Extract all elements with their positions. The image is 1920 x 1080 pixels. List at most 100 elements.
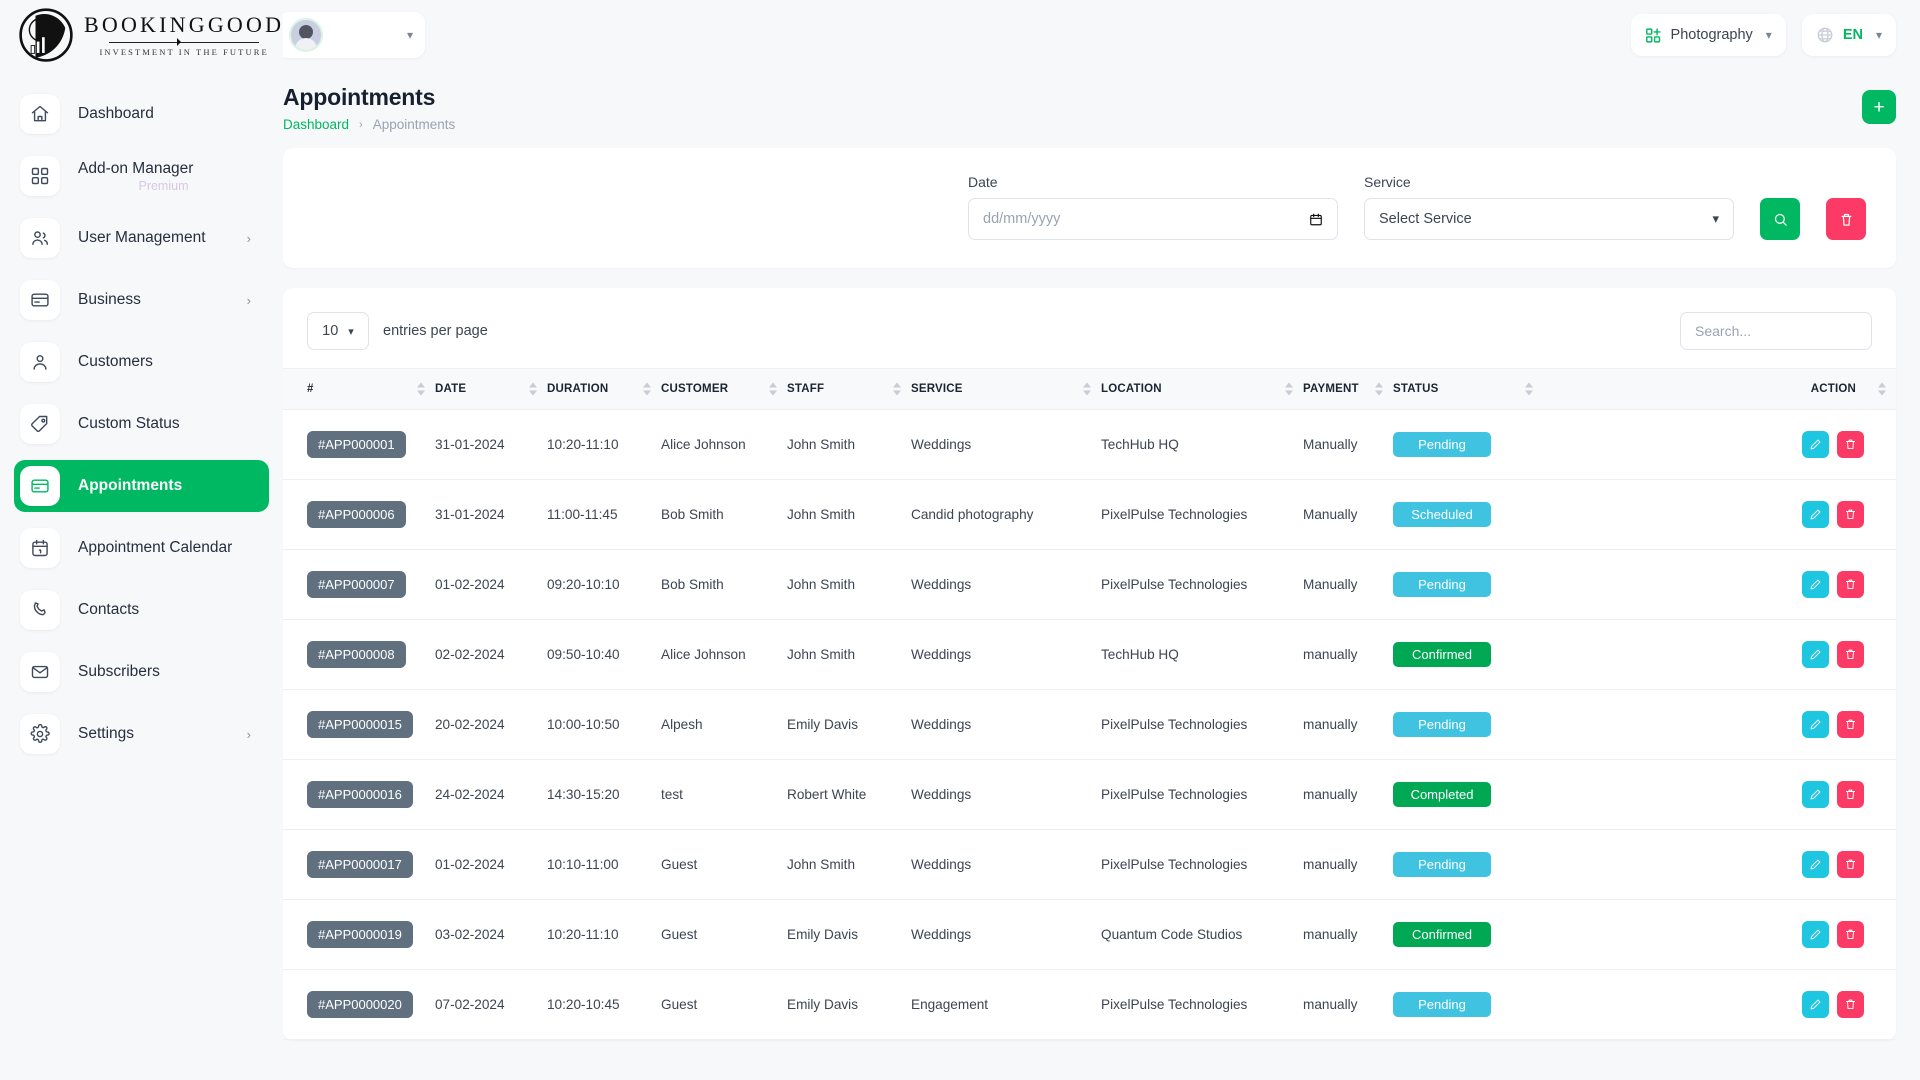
edit-icon bbox=[1809, 438, 1822, 451]
delete-row-button[interactable] bbox=[1837, 571, 1864, 598]
sort-toggle-icon[interactable] bbox=[893, 383, 901, 396]
sidebar-item-customers[interactable]: Customers bbox=[14, 336, 269, 388]
sidebar-item-label: Appointment Calendar bbox=[78, 538, 269, 557]
sidebar-item-dashboard[interactable]: Dashboard bbox=[14, 88, 269, 140]
edit-row-button[interactable] bbox=[1802, 501, 1829, 528]
column-header-staff[interactable]: STAFF bbox=[787, 369, 911, 410]
chevron-right-icon: › bbox=[359, 119, 363, 131]
sidebar-item-contacts[interactable]: Contacts bbox=[14, 584, 269, 636]
sidebar-item-appointment-calendar[interactable]: Appointment Calendar bbox=[14, 522, 269, 574]
cell-service: Engagement bbox=[911, 970, 1101, 1040]
column-header-duration[interactable]: DURATION bbox=[547, 369, 661, 410]
column-header-status[interactable]: STATUS bbox=[1393, 369, 1543, 410]
row-actions bbox=[1543, 851, 1888, 878]
sort-toggle-icon[interactable] bbox=[529, 383, 537, 396]
sidebar-item-add-on-manager[interactable]: Add-on ManagerPremium bbox=[14, 150, 269, 202]
add-appointment-button[interactable]: + bbox=[1862, 90, 1896, 124]
edit-row-button[interactable] bbox=[1802, 921, 1829, 948]
cell-status: Pending bbox=[1393, 830, 1543, 900]
brand-title: BOOKINGGOOD bbox=[84, 13, 284, 36]
cell-id: #APP0000016 bbox=[283, 760, 435, 830]
row-actions bbox=[1543, 431, 1888, 458]
delete-row-button[interactable] bbox=[1837, 991, 1864, 1018]
filter-clear-button[interactable] bbox=[1826, 198, 1866, 240]
appointment-id-badge[interactable]: #APP0000020 bbox=[307, 991, 413, 1018]
table-row: #APP000001624-02-202414:30-15:20testRobe… bbox=[283, 760, 1896, 830]
brand-logo[interactable]: BOOKINGGOOD INVESTMENT IN THE FUTURE bbox=[0, 0, 283, 70]
edit-row-button[interactable] bbox=[1802, 781, 1829, 808]
cell-duration: 10:00-10:50 bbox=[547, 690, 661, 760]
appointment-id-badge[interactable]: #APP0000015 bbox=[307, 711, 413, 738]
appointment-id-badge[interactable]: #APP000006 bbox=[307, 501, 406, 528]
sidebar-item-label: Add-on Manager bbox=[78, 159, 269, 178]
cell-payment: manually bbox=[1303, 620, 1393, 690]
column-header-date[interactable]: DATE bbox=[435, 369, 547, 410]
delete-row-button[interactable] bbox=[1837, 641, 1864, 668]
cell-payment: manually bbox=[1303, 690, 1393, 760]
edit-row-button[interactable] bbox=[1802, 991, 1829, 1018]
edit-row-button[interactable] bbox=[1802, 851, 1829, 878]
cell-date: 02-02-2024 bbox=[435, 620, 547, 690]
delete-row-button[interactable] bbox=[1837, 921, 1864, 948]
profile-dropdown[interactable]: ▾ bbox=[283, 12, 425, 58]
sort-toggle-icon[interactable] bbox=[769, 383, 777, 396]
sort-toggle-icon[interactable] bbox=[1878, 383, 1886, 396]
sidebar-item-subscribers[interactable]: Subscribers bbox=[14, 646, 269, 698]
entries-per-page-select[interactable]: 10 ▾ bbox=[307, 312, 369, 350]
breadcrumb-dashboard[interactable]: Dashboard bbox=[283, 117, 349, 132]
column-header-service[interactable]: SERVICE bbox=[911, 369, 1101, 410]
sidebar-item-settings[interactable]: Settings› bbox=[14, 708, 269, 760]
sort-toggle-icon[interactable] bbox=[1375, 383, 1383, 396]
cell-location: PixelPulse Technologies bbox=[1101, 550, 1303, 620]
column-header-payment[interactable]: PAYMENT bbox=[1303, 369, 1393, 410]
entries-per-page-value: 10 bbox=[322, 323, 338, 339]
delete-row-button[interactable] bbox=[1837, 851, 1864, 878]
calendar-icon[interactable] bbox=[1309, 212, 1323, 227]
delete-row-button[interactable] bbox=[1837, 781, 1864, 808]
sidebar-nav: Dashboard Add-on ManagerPremium User Manag… bbox=[0, 88, 283, 760]
appointment-id-badge[interactable]: #APP0000016 bbox=[307, 781, 413, 808]
appointment-id-badge[interactable]: #APP000008 bbox=[307, 641, 406, 668]
sidebar-item-appointments[interactable]: Appointments bbox=[14, 460, 269, 512]
column-header-customer[interactable]: CUSTOMER bbox=[661, 369, 787, 410]
edit-row-button[interactable] bbox=[1802, 571, 1829, 598]
delete-row-button[interactable] bbox=[1837, 711, 1864, 738]
sort-toggle-icon[interactable] bbox=[1285, 383, 1293, 396]
cell-duration: 10:20-11:10 bbox=[547, 900, 661, 970]
sidebar-item-user-management[interactable]: User Management› bbox=[14, 212, 269, 264]
row-actions bbox=[1543, 641, 1888, 668]
date-input[interactable]: dd/mm/yyyy bbox=[968, 198, 1338, 240]
workspace-dropdown[interactable]: Photography ▾ bbox=[1631, 14, 1786, 56]
sort-toggle-icon[interactable] bbox=[643, 383, 651, 396]
sort-toggle-icon[interactable] bbox=[417, 383, 425, 396]
chevron-down-icon: ▾ bbox=[1766, 28, 1772, 42]
column-header-location[interactable]: LOCATION bbox=[1101, 369, 1303, 410]
appointment-icon bbox=[30, 476, 50, 496]
date-placeholder: dd/mm/yyyy bbox=[983, 211, 1299, 227]
gear-icon bbox=[30, 724, 50, 744]
edit-row-button[interactable] bbox=[1802, 641, 1829, 668]
sidebar-item-custom-status[interactable]: Custom Status bbox=[14, 398, 269, 450]
appointment-id-badge[interactable]: #APP000001 bbox=[307, 431, 406, 458]
appointment-id-badge[interactable]: #APP000007 bbox=[307, 571, 406, 598]
filter-search-button[interactable] bbox=[1760, 198, 1800, 240]
cell-customer: Guest bbox=[661, 830, 787, 900]
sort-toggle-icon[interactable] bbox=[1525, 383, 1533, 396]
cell-customer: Bob Smith bbox=[661, 550, 787, 620]
table-search-input[interactable] bbox=[1680, 312, 1872, 350]
edit-row-button[interactable] bbox=[1802, 431, 1829, 458]
column-header-[interactable]: # bbox=[283, 369, 435, 410]
cell-action bbox=[1543, 970, 1896, 1040]
sidebar-item-label: Contacts bbox=[78, 600, 269, 619]
sort-toggle-icon[interactable] bbox=[1083, 383, 1091, 396]
column-header-action[interactable]: ACTION bbox=[1543, 369, 1896, 410]
appointment-id-badge[interactable]: #APP0000019 bbox=[307, 921, 413, 948]
sidebar-item-business[interactable]: Business› bbox=[14, 274, 269, 326]
language-dropdown[interactable]: EN ▾ bbox=[1802, 14, 1896, 56]
appointment-id-badge[interactable]: #APP0000017 bbox=[307, 851, 413, 878]
delete-row-button[interactable] bbox=[1837, 431, 1864, 458]
cell-status: Confirmed bbox=[1393, 620, 1543, 690]
edit-row-button[interactable] bbox=[1802, 711, 1829, 738]
service-select[interactable]: Select Service ▾ bbox=[1364, 198, 1734, 240]
delete-row-button[interactable] bbox=[1837, 501, 1864, 528]
